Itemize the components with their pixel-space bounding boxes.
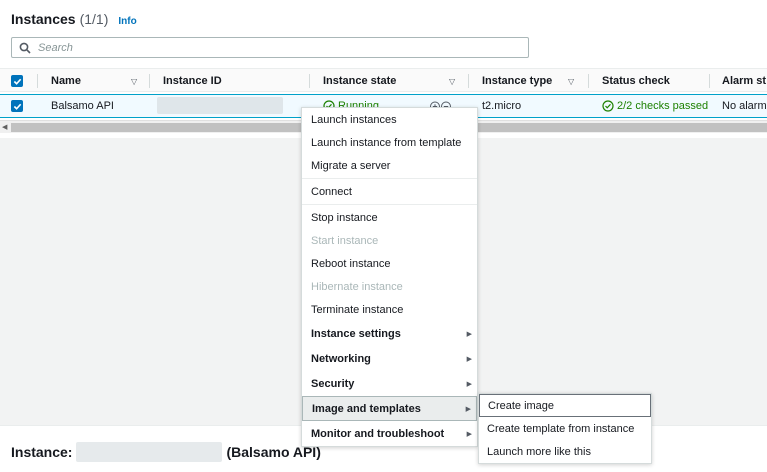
submenu-arrow-icon: ▶ bbox=[466, 430, 472, 438]
select-all-checkbox[interactable] bbox=[11, 69, 23, 93]
menu-item-image-and-templates[interactable]: Image and templates ▶ bbox=[302, 396, 477, 421]
sort-icon: ▽ bbox=[449, 76, 456, 86]
search-input[interactable] bbox=[38, 41, 518, 54]
menu-divider bbox=[302, 178, 477, 179]
sort-icon: ▽ bbox=[568, 76, 575, 86]
instance-name: Balsamo API bbox=[51, 100, 114, 112]
alarm-status: No alarm bbox=[722, 100, 767, 112]
redacted-instance-id bbox=[76, 442, 223, 462]
menu-item-migrate-server[interactable]: Migrate a server bbox=[302, 154, 477, 177]
scroll-left-icon[interactable]: ◀ bbox=[2, 123, 7, 131]
column-header-instance-state[interactable]: Instance state ▽ bbox=[323, 69, 463, 93]
instance-count: (1/1) bbox=[79, 11, 109, 27]
menu-item-security[interactable]: Security ▶ bbox=[302, 371, 477, 396]
column-divider bbox=[468, 74, 469, 88]
sort-icon: ▽ bbox=[131, 76, 138, 86]
table-header: Name ▽ Instance ID Instance state ▽ Inst… bbox=[0, 68, 767, 92]
search-icon bbox=[18, 41, 32, 55]
info-link[interactable]: Info bbox=[118, 16, 136, 27]
menu-divider bbox=[302, 204, 477, 205]
menu-item-launch-instances[interactable]: Launch instances bbox=[302, 108, 477, 131]
submenu-item-create-image[interactable]: Create image bbox=[479, 394, 651, 417]
row-checkbox[interactable] bbox=[11, 95, 23, 117]
instance-detail-title: Instance: (Balsamo API) bbox=[11, 442, 321, 462]
submenu-arrow-icon: ▶ bbox=[466, 380, 472, 388]
menu-item-stop-instance[interactable]: Stop instance bbox=[302, 206, 477, 229]
column-divider bbox=[709, 74, 710, 88]
menu-item-hibernate-instance: Hibernate instance bbox=[311, 280, 403, 293]
submenu-arrow-icon: ▶ bbox=[466, 330, 472, 338]
menu-item-connect[interactable]: Connect bbox=[302, 180, 477, 203]
menu-item-monitor-and-troubleshoot[interactable]: Monitor and troubleshoot ▶ bbox=[302, 421, 477, 446]
column-divider bbox=[149, 74, 150, 88]
image-templates-submenu: Create image Create template from instan… bbox=[478, 393, 652, 464]
menu-item-start-instance: Start instance bbox=[311, 234, 379, 247]
check-circle-icon bbox=[602, 100, 614, 112]
redacted-instance-id bbox=[157, 97, 283, 114]
column-divider bbox=[37, 74, 38, 88]
menu-item-terminate-instance[interactable]: Terminate instance bbox=[302, 298, 477, 321]
submenu-item-create-template[interactable]: Create template from instance bbox=[479, 417, 651, 440]
column-header-alarm-status[interactable]: Alarm st bbox=[722, 69, 767, 93]
checkbox-checked-icon bbox=[11, 100, 23, 112]
column-divider bbox=[588, 74, 589, 88]
column-header-status-check[interactable]: Status check bbox=[602, 69, 702, 93]
menu-item-reboot-instance[interactable]: Reboot instance bbox=[302, 252, 477, 275]
status-check: 2/2 checks passed bbox=[602, 95, 708, 117]
menu-item-networking[interactable]: Networking ▶ bbox=[302, 346, 477, 371]
search-box[interactable] bbox=[11, 37, 529, 58]
actions-context-menu: Launch instances Launch instance from te… bbox=[301, 107, 478, 447]
submenu-item-launch-more-like-this[interactable]: Launch more like this bbox=[479, 440, 651, 463]
menu-item-launch-from-template[interactable]: Launch instance from template bbox=[302, 131, 477, 154]
column-divider bbox=[309, 74, 310, 88]
menu-item-instance-settings[interactable]: Instance settings ▶ bbox=[302, 321, 477, 346]
submenu-arrow-icon: ▶ bbox=[466, 355, 472, 363]
panel-header: Instances (1/1) Info bbox=[11, 11, 137, 27]
column-header-instance-id[interactable]: Instance ID bbox=[163, 69, 303, 93]
instance-type: t2.micro bbox=[482, 100, 522, 112]
column-header-name[interactable]: Name ▽ bbox=[51, 69, 141, 93]
column-header-instance-type[interactable]: Instance type ▽ bbox=[482, 69, 582, 93]
page-title: Instances bbox=[11, 11, 76, 27]
submenu-arrow-icon: ▶ bbox=[465, 405, 471, 413]
checkbox-checked-icon bbox=[11, 75, 23, 87]
